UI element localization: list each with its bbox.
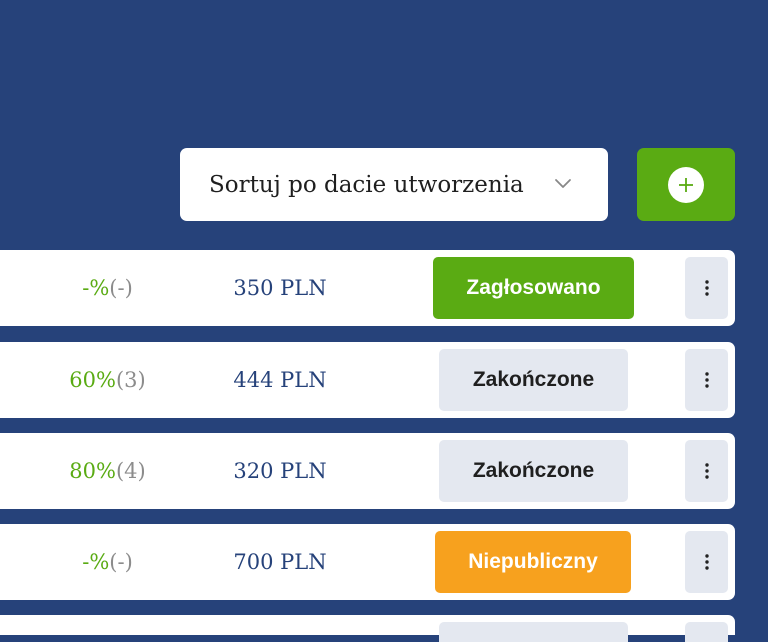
status-button[interactable]: Zagłosowano (433, 257, 634, 319)
chevron-down-icon (555, 179, 571, 188)
more-options-button[interactable] (685, 440, 728, 502)
list-item: 60% (3) 444 PLN Zakończone (0, 342, 735, 418)
more-options-button[interactable] (685, 257, 728, 319)
vote-count: (-) (109, 276, 133, 300)
vote-count: (3) (115, 368, 146, 392)
list-item: 80% (4) 320 PLN Zakończone (0, 433, 735, 509)
more-vertical-icon (704, 280, 709, 296)
list-item: -% (-) 350 PLN Zagłosowano (0, 250, 735, 326)
percentage-value: -% (82, 276, 110, 300)
status-button[interactable] (439, 622, 628, 642)
vote-count: (4) (115, 459, 146, 483)
vote-percentage: 60% (3) (40, 342, 175, 418)
price: 444 PLN (233, 368, 327, 392)
more-vertical-icon (704, 554, 709, 570)
price: 350 PLN (233, 276, 327, 300)
more-vertical-icon (704, 463, 709, 479)
more-options-button[interactable] (685, 349, 728, 411)
vote-count: (-) (109, 550, 133, 574)
status-button[interactable]: Zakończone (439, 440, 628, 502)
sort-dropdown[interactable]: Sortuj po dacie utworzenia (180, 148, 608, 221)
percentage-value: 60% (69, 368, 116, 392)
vote-percentage: -% (-) (40, 524, 175, 600)
plus-icon (668, 166, 704, 203)
status-button[interactable]: Zakończone (439, 349, 628, 411)
more-options-button[interactable] (685, 531, 728, 593)
percentage-value: 80% (69, 459, 116, 483)
price: 320 PLN (233, 459, 327, 483)
price: 700 PLN (233, 550, 327, 574)
status-button[interactable]: Niepubliczny (435, 531, 631, 593)
vote-percentage: 80% (4) (40, 433, 175, 509)
more-options-button[interactable] (685, 622, 728, 642)
add-button[interactable] (637, 148, 735, 221)
list-item (0, 615, 735, 642)
sort-dropdown-label: Sortuj po dacie utworzenia (209, 171, 524, 198)
more-vertical-icon (704, 372, 709, 388)
vote-percentage: -% (-) (40, 250, 175, 326)
list-item: -% (-) 700 PLN Niepubliczny (0, 524, 735, 600)
percentage-value: -% (82, 550, 110, 574)
